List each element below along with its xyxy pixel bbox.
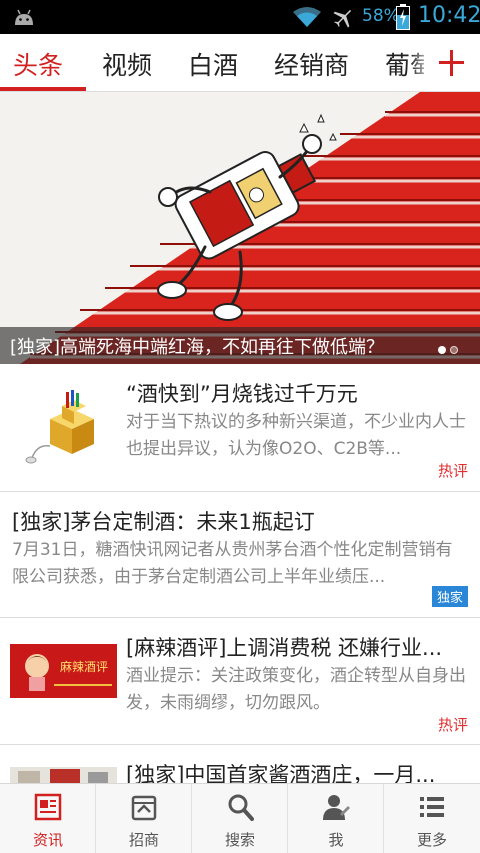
more-list-icon [420, 797, 444, 817]
gold-cubes-thumbnail [22, 384, 102, 466]
news-summary: 7月31日，糖酒快讯网记者从贵州茅台酒个性化定制营销有限公司获悉，由于茅台定制酒… [12, 540, 453, 587]
news-item[interactable]: [独家]茅台定制酒：未来1瓶起订 7月31日，糖酒快讯网记者从贵州茅台酒个性化定… [0, 492, 480, 618]
news-item[interactable]: 麻辣酒评 [麻辣酒评]上调消费税 还嫌行业... 酒业提示：关注政策变化，酒企转… [0, 618, 480, 745]
nav-investment[interactable]: 招商 [96, 784, 192, 853]
news-summary: 酒业提示：关注政策变化，酒企转型从自身出发，未雨绸缪，切勿跟风。 [126, 666, 466, 713]
airplane-mode-icon [333, 9, 352, 28]
wifi-icon [293, 7, 321, 27]
news-title: [麻辣酒评]上调消费税 还嫌行业... [126, 636, 443, 660]
page-indicator-dot [438, 346, 446, 354]
news-title: “酒快到”月烧钱过千万元 [126, 382, 358, 406]
nav-news[interactable]: 资讯 [0, 784, 96, 853]
android-icon [15, 9, 33, 25]
nav-me[interactable]: 我 [288, 784, 384, 853]
investment-icon [131, 795, 157, 821]
tab-distributors[interactable]: 经销商 [274, 46, 349, 82]
status-bar: 58% 10:42 [0, 0, 480, 34]
add-channel-button[interactable] [424, 34, 480, 91]
hot-comment-tag: 热评 [437, 462, 468, 480]
nav-label: 资讯 [32, 831, 63, 849]
news-icon [34, 793, 62, 821]
banner-illustration [0, 92, 480, 364]
nav-more[interactable]: 更多 [384, 784, 480, 853]
news-summary: 对于当下热议的多种新兴渠道，不少业内人士也提出异议，认为像O2O、C2B等... [126, 412, 466, 459]
news-item[interactable]: “酒快到”月烧钱过千万元 对于当下热议的多种新兴渠道，不少业内人士也提出异议，认… [0, 364, 480, 492]
battery-percent: 58% [362, 6, 400, 26]
news-item[interactable]: [独家]中国首家酱酒酒庄，一月... [0, 745, 480, 787]
tab-video[interactable]: 视频 [102, 46, 152, 82]
search-icon [228, 794, 254, 821]
nav-search[interactable]: 搜索 [192, 784, 288, 853]
clock: 10:42 [418, 3, 480, 28]
banner-caption: [独家]高端死海中端红海，不如再往下做低端？ [10, 337, 385, 358]
tab-headlines[interactable]: 头条 [13, 46, 63, 82]
nav-label: 我 [328, 831, 344, 849]
headline-banner[interactable]: [独家]高端死海中端红海，不如再往下做低端？ [0, 92, 480, 364]
tab-baijiu[interactable]: 白酒 [188, 46, 238, 82]
battery-charging-icon [396, 4, 410, 30]
user-icon [323, 795, 350, 820]
channel-tabs: 头条 视频 白酒 经销商 葡萄 [0, 34, 480, 92]
page-indicator-dot [450, 346, 458, 354]
nav-label: 搜索 [224, 831, 255, 849]
nav-label: 更多 [416, 831, 447, 849]
news-title: [独家]茅台定制酒：未来1瓶起订 [12, 510, 315, 534]
banner-caption-bar: [独家]高端死海中端红海，不如再往下做低端？ [0, 327, 480, 364]
hot-comment-tag: 热评 [437, 716, 468, 734]
thumbnail-caption: 麻辣酒评 [60, 660, 109, 674]
active-tab-indicator [0, 87, 86, 91]
nav-label: 招商 [128, 831, 159, 849]
bottom-navigation: 资讯 招商 搜索 我 更多 [0, 783, 480, 853]
exclusive-tag: 独家 [431, 586, 468, 607]
